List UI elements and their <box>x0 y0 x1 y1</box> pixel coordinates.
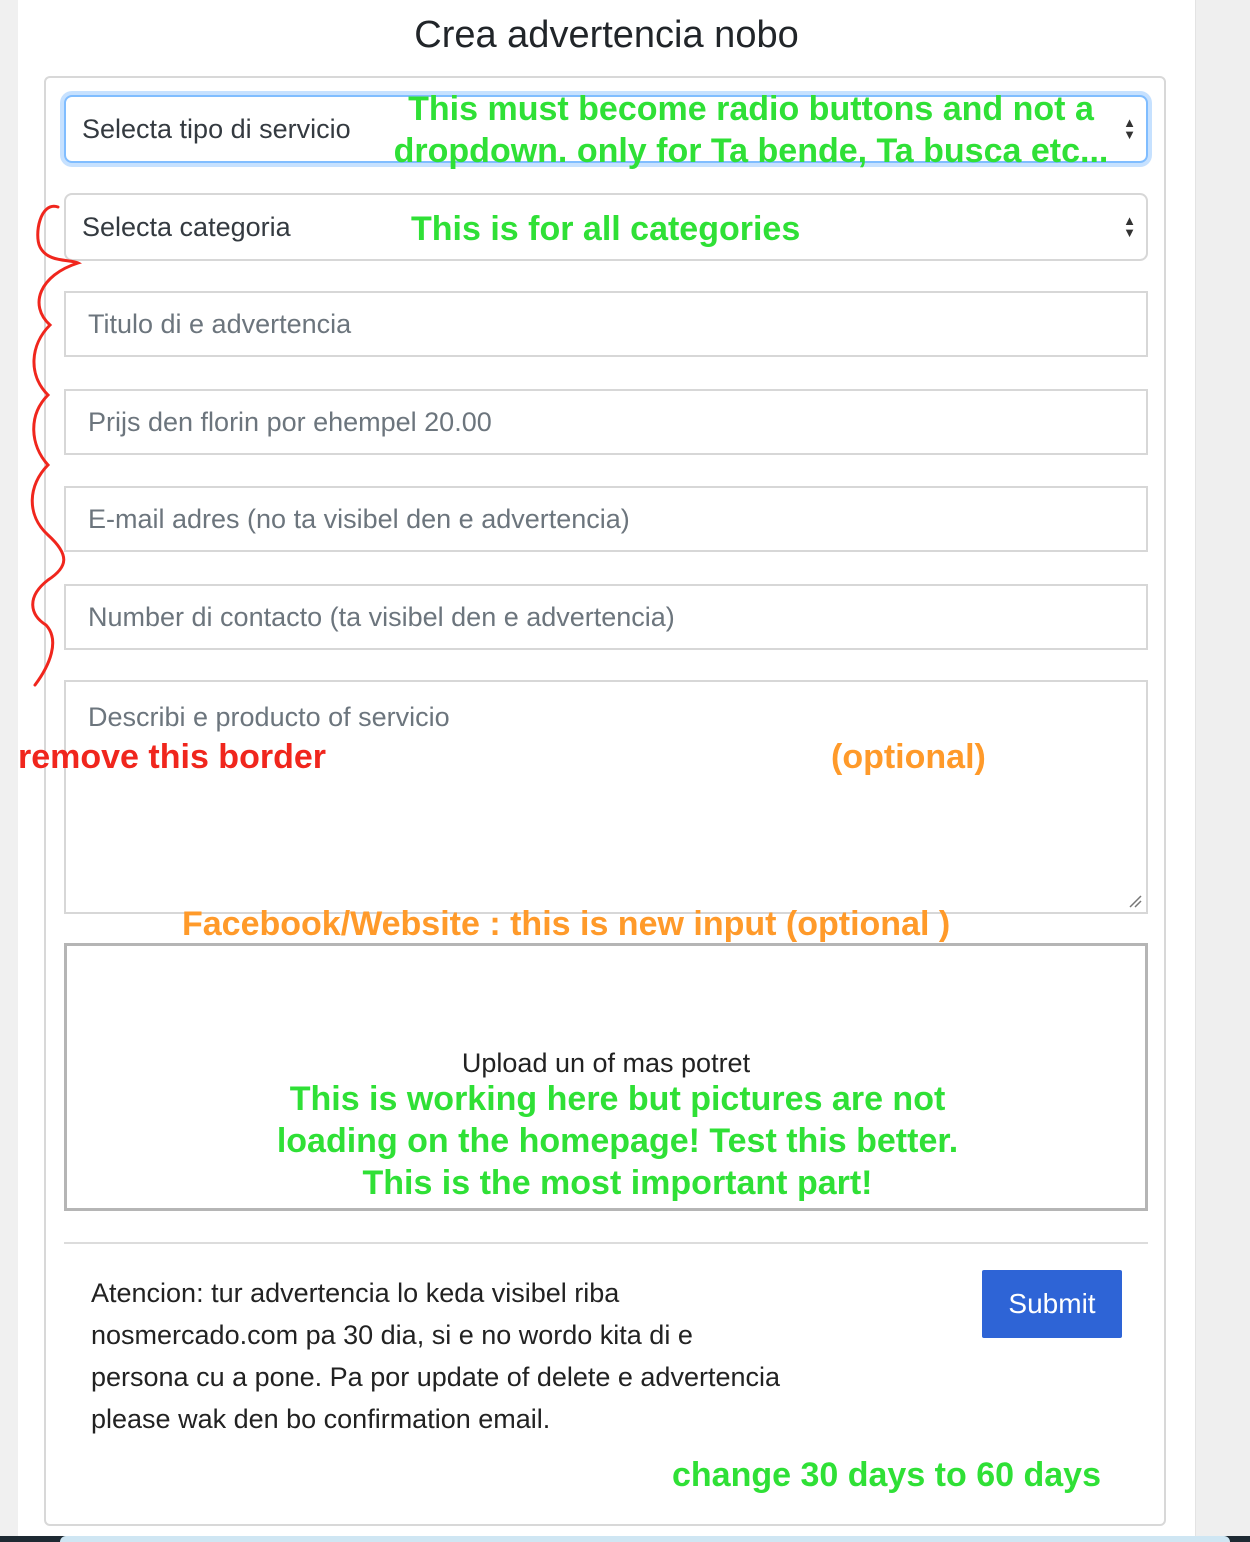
annotation-remove-border: remove this border <box>18 738 326 776</box>
annotation-all-categories: This is for all categories <box>411 210 801 248</box>
category-placeholder: Selecta categoria <box>82 211 291 242</box>
price-placeholder: Prijs den florin por ehempel 20.00 <box>88 406 492 437</box>
up-down-arrows-icon: ▲ ▼ <box>1123 115 1136 142</box>
taskbar-edge <box>0 1536 1250 1542</box>
annotation-change-days: change 30 days to 60 days <box>672 1456 1101 1494</box>
ad-title-input[interactable]: Titulo di e advertencia <box>64 291 1148 357</box>
contact-number-placeholder: Number di contacto (ta visibel den e adv… <box>88 601 675 632</box>
window-edge <box>1195 0 1250 1542</box>
resize-grip-icon[interactable] <box>1128 894 1142 908</box>
red-squiggle-mark <box>30 204 82 687</box>
description-placeholder: Describi e producto of servicio <box>88 702 450 732</box>
submit-button[interactable]: Submit <box>982 1270 1122 1338</box>
annotation-facebook-website: Facebook/Website : this is new input (op… <box>182 905 951 943</box>
annotation-radio-buttons: This must become radio buttons and not a… <box>393 90 1109 170</box>
service-type-placeholder: Selecta tipo di servicio <box>82 113 351 144</box>
contact-number-input[interactable]: Number di contacto (ta visibel den e adv… <box>64 584 1148 650</box>
annotation-upload-note: This is working here but pictures are no… <box>276 1080 959 1202</box>
email-input[interactable]: E-mail adres (no ta visibel den e advert… <box>64 486 1148 552</box>
listing-notice: Atencion: tur advertencia lo keda visibe… <box>91 1278 781 1434</box>
up-down-arrows-icon: ▲ ▼ <box>1123 213 1136 240</box>
email-placeholder: E-mail adres (no ta visibel den e advert… <box>88 503 630 534</box>
page-title: Crea advertencia nobo <box>414 14 799 56</box>
ad-title-placeholder: Titulo di e advertencia <box>88 308 352 339</box>
price-input[interactable]: Prijs den florin por ehempel 20.00 <box>64 389 1148 455</box>
annotation-optional: (optional) <box>831 738 986 776</box>
form-divider <box>64 1242 1148 1244</box>
upload-label: Upload un of mas potret <box>461 1048 751 1078</box>
description-textarea[interactable]: Describi e producto of servicio <box>64 680 1148 914</box>
